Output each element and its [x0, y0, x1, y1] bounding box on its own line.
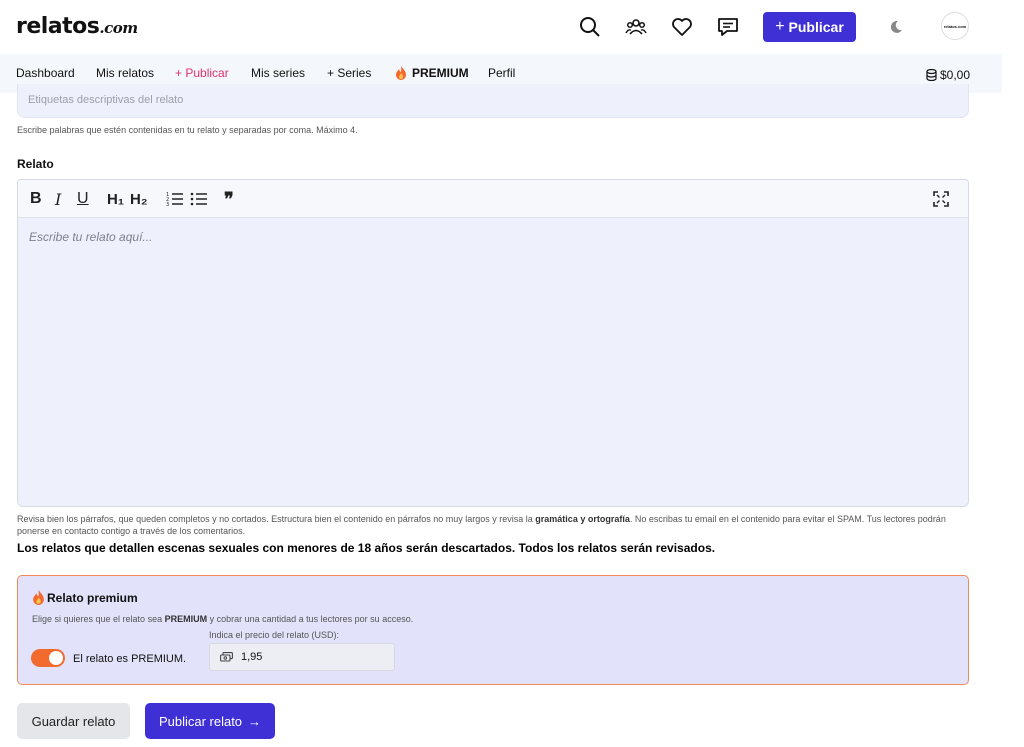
story-textarea[interactable]: Escribe tu relato aquí... — [18, 218, 968, 506]
balance[interactable]: $0,00 — [926, 68, 970, 82]
editor-toolbar: B I U H₁ H₂ 123 ❞ — [18, 180, 968, 218]
balance-value: $0,00 — [940, 68, 971, 82]
nav-mis-relatos[interactable]: Mis relatos — [96, 66, 154, 80]
nav-premium[interactable]: PREMIUM — [395, 66, 469, 80]
bold-button[interactable]: B — [30, 189, 42, 209]
publish-button-label: Publicar — [788, 19, 844, 35]
story-help: Revisa bien los párrafos, que queden com… — [17, 513, 967, 537]
plus-icon: + — [775, 18, 785, 35]
heading2-button[interactable]: H₂ — [130, 189, 148, 209]
top-header: relatos.com + Publicar relatos.com — [0, 0, 1002, 54]
premium-description: Elige si quieres que el relato sea PREMI… — [32, 614, 413, 624]
fullscreen-icon[interactable] — [933, 189, 949, 209]
messages-icon[interactable] — [715, 14, 741, 40]
content-warning: Los relatos que detallen escenas sexuale… — [17, 541, 716, 555]
nav-publicar[interactable]: + Publicar — [175, 66, 229, 80]
premium-desc-part1: Elige si quieres que el relato sea — [32, 614, 165, 624]
premium-desc-bold: PREMIUM — [164, 614, 208, 624]
story-editor: B I U H₁ H₂ 123 ❞ Escribe tu relato aquí… — [17, 179, 969, 507]
nav-dashboard[interactable]: Dashboard — [16, 66, 75, 80]
nav-series[interactable]: + Series — [327, 66, 371, 80]
logo-tld: .com — [99, 19, 138, 37]
premium-section: Relato premium Elige si quieres que el r… — [17, 575, 969, 685]
avatar-text: relatos.com — [943, 23, 967, 29]
flame-icon — [396, 66, 406, 80]
premium-toggle-label: El relato es PREMIUM. — [73, 653, 187, 665]
arrow-right-icon: → — [248, 713, 262, 729]
svg-text:3: 3 — [166, 202, 169, 207]
publish-button[interactable]: + Publicar — [763, 12, 856, 42]
nav-mis-series[interactable]: Mis series — [251, 66, 305, 80]
money-icon — [220, 652, 233, 662]
bullet-list-icon[interactable] — [190, 189, 208, 209]
quote-button[interactable]: ❞ — [224, 189, 234, 209]
price-input[interactable]: 1,95 — [209, 643, 395, 671]
story-help-part1: Revisa bien los párrafos, que queden com… — [17, 514, 536, 524]
avatar[interactable]: relatos.com — [941, 12, 969, 40]
site-logo[interactable]: relatos.com — [16, 14, 138, 39]
save-button[interactable]: Guardar relato — [17, 703, 130, 739]
submit-button-label: Publicar relato — [158, 713, 243, 729]
tags-help: Escribe palabras que estén contenidas en… — [17, 125, 358, 135]
search-icon[interactable] — [577, 14, 603, 40]
toggle-knob — [49, 651, 63, 665]
users-icon[interactable] — [623, 14, 649, 40]
story-label: Relato — [17, 157, 54, 171]
nav-premium-label: PREMIUM — [412, 66, 469, 80]
price-label: Indica el precio del relato (USD): — [209, 630, 340, 640]
premium-title: Relato premium — [32, 590, 138, 605]
flame-icon — [33, 590, 44, 605]
premium-desc-part2: y cobrar una cantidad a tus lectores por… — [207, 614, 414, 624]
story-help-bold: gramática y ortografía — [535, 514, 630, 524]
heading1-button[interactable]: H₁ — [107, 189, 124, 209]
price-value: 1,95 — [241, 651, 263, 663]
ordered-list-icon[interactable]: 123 — [166, 189, 184, 209]
logo-main: relatos — [16, 14, 100, 39]
premium-toggle[interactable] — [31, 649, 65, 667]
submit-button[interactable]: Publicar relato → — [145, 703, 275, 739]
italic-button[interactable]: I — [55, 189, 61, 209]
tags-input[interactable]: Etiquetas descriptivas del relato — [17, 84, 969, 118]
premium-title-text: Relato premium — [47, 590, 138, 605]
underline-button[interactable]: U — [77, 189, 89, 209]
heart-icon[interactable] — [669, 14, 695, 40]
coins-icon — [926, 69, 937, 81]
nav-perfil[interactable]: Perfil — [488, 66, 515, 80]
moon-icon[interactable] — [883, 14, 909, 40]
